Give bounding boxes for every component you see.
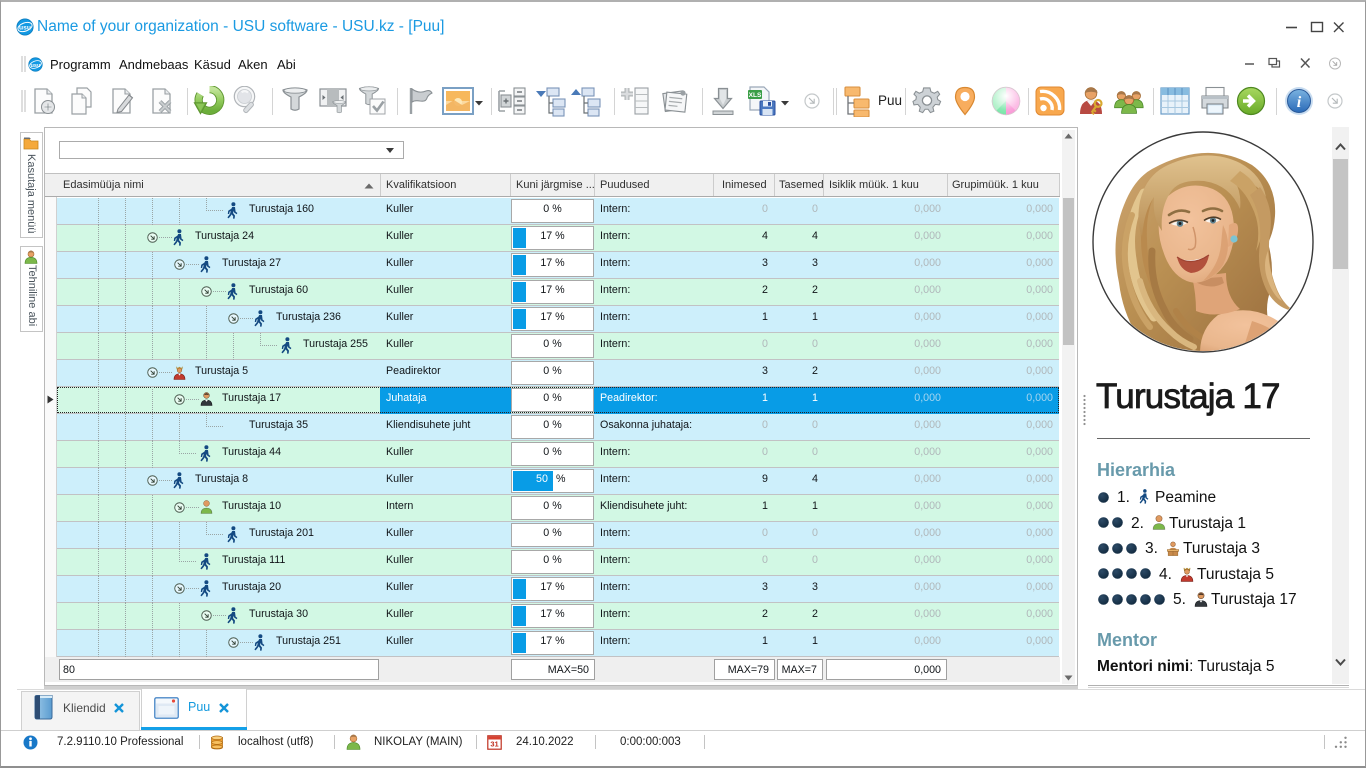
svg-text:31: 31 xyxy=(490,740,498,749)
svg-text:usu: usu xyxy=(30,62,41,68)
svg-text:usu: usu xyxy=(19,25,31,32)
svg-text:i: i xyxy=(1297,94,1302,111)
svg-text:XLS: XLS xyxy=(749,92,762,99)
